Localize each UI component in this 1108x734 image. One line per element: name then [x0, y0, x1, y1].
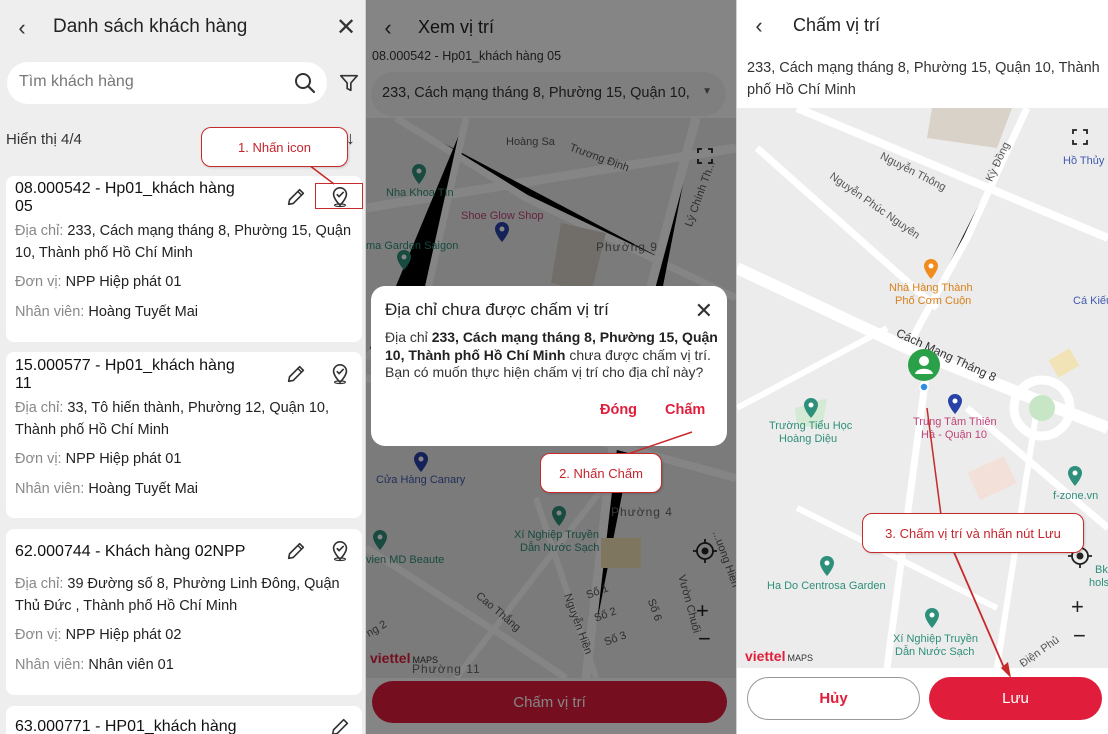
map-label: Phố Cơm Cuộn [895, 295, 972, 307]
zoom-out-icon[interactable]: − [1073, 623, 1086, 649]
customer-list-screen: ‹ Danh sách khách hàng ✕ Tìm khách hàng … [0, 0, 366, 734]
pencil-icon[interactable] [329, 716, 351, 734]
map-pin-icon [804, 398, 818, 418]
map-label: Cá Kiếu [1073, 295, 1108, 307]
map-brand-logo: viettel MAPS [745, 648, 813, 664]
customer-title: 08.000542 - Hp01_khách hàng 05 [15, 180, 235, 215]
search-icon[interactable] [293, 71, 317, 95]
page-title: Danh sách khách hàng [53, 16, 248, 37]
customer-address: Địa chỉ: 233, Cách mạng tháng 8, Phường … [15, 223, 352, 261]
customer-staff: Nhân viên: Hoàng Tuyết Mai [15, 481, 198, 497]
dialog-message: Địa chỉ 233, Cách mạng tháng 8, Phường 1… [385, 329, 718, 380]
filter-icon[interactable] [338, 72, 360, 94]
selected-location-marker-icon[interactable] [907, 348, 941, 392]
callout-step1: 1. Nhấn icon [201, 127, 348, 167]
view-location-screen: Hoàng Sa Trương Định Lý Chính Th... Nha … [366, 0, 736, 734]
map-label: Hồ Thủy [1063, 155, 1105, 167]
customer-unit: Đơn vị: NPP Hiệp phát 02 [15, 627, 182, 643]
dialog-confirm-button[interactable]: Chấm [665, 402, 705, 418]
close-icon[interactable]: ✕ [695, 298, 713, 324]
customer-staff: Nhân viên: Hoàng Tuyết Mai [15, 304, 198, 320]
customer-title: 63.000771 - HP01_khách hàng [15, 718, 237, 734]
customer-card[interactable]: 08.000542 - Hp01_khách hàng 05 Địa chỉ: … [6, 176, 363, 342]
back-icon[interactable]: ‹ [747, 12, 771, 40]
customer-address: Địa chỉ: 33, Tô hiến thành, Phường 12, Q… [15, 400, 329, 438]
pencil-icon[interactable] [285, 540, 307, 562]
map-label: Trường Tiểu Học [769, 420, 853, 432]
callout-step3: 3. Chấm vị trí và nhấn nút Lưu [862, 513, 1084, 553]
page-title: Chấm vị trí [793, 15, 881, 35]
location-check-icon[interactable] [329, 363, 351, 385]
pencil-icon[interactable] [285, 363, 307, 385]
back-icon[interactable]: ‹ [10, 14, 34, 42]
close-icon[interactable]: ✕ [334, 14, 358, 42]
customer-staff: Nhân viên: Nhân viên 01 [15, 657, 174, 673]
customer-unit: Đơn vị: NPP Hiệp phát 01 [15, 451, 182, 467]
map-label: Nhà Hàng Thành [889, 282, 973, 294]
customer-address: Địa chỉ: 39 Đường số 8, Phường Linh Đông… [15, 576, 340, 614]
map-label: Hoàng Diệu [779, 433, 838, 445]
customer-title: 62.000744 - Khách hàng 02NPP [15, 543, 246, 560]
map-pin-icon [1068, 466, 1082, 486]
customer-card[interactable]: 15.000577 - Hp01_khách hàng 11 Địa chỉ: … [6, 352, 362, 518]
address-text: 233, Cách mạng tháng 8, Phường 15, Quận … [747, 60, 1100, 98]
search-input[interactable]: Tìm khách hàng [7, 62, 327, 104]
map-pin-icon [820, 556, 834, 576]
confirm-dialog: Địa chỉ chưa được chấm vị trí ✕ Địa chỉ … [371, 286, 727, 446]
result-count: Hiển thị 4/4 [6, 131, 82, 148]
fullscreen-icon[interactable] [1072, 129, 1088, 145]
search-placeholder: Tìm khách hàng [19, 73, 134, 90]
customer-unit: Đơn vị: NPP Hiệp phát 01 [15, 274, 182, 290]
callout-step2: 2. Nhấn Chấm [540, 453, 662, 493]
customer-title: 15.000577 - Hp01_khách hàng 11 [15, 357, 235, 392]
zoom-in-icon[interactable]: + [1071, 594, 1084, 620]
restaurant-pin-icon [924, 259, 938, 279]
customer-card[interactable]: 62.000744 - Khách hàng 02NPP Địa chỉ: 39… [6, 529, 362, 695]
map-label: hols [1089, 577, 1108, 589]
cancel-button[interactable]: Hủy [747, 677, 920, 720]
dialog-close-button[interactable]: Đóng [600, 402, 637, 418]
location-check-icon[interactable] [329, 540, 351, 562]
map-label: f-zone.vn [1053, 490, 1099, 502]
dialog-title: Địa chỉ chưa được chấm vị trí [385, 300, 609, 319]
map-label: Ha Do Centrosa Garden [767, 580, 886, 592]
mark-location-screen: ‹ Chấm vị trí 233, Cách mạng tháng 8, Ph… [737, 0, 1108, 734]
map-label: Bk [1095, 564, 1108, 576]
save-button[interactable]: Lưu [929, 677, 1102, 720]
customer-card[interactable]: 63.000771 - HP01_khách hàng [6, 706, 362, 734]
app-header: ‹ Danh sách khách hàng ✕ [0, 0, 366, 56]
